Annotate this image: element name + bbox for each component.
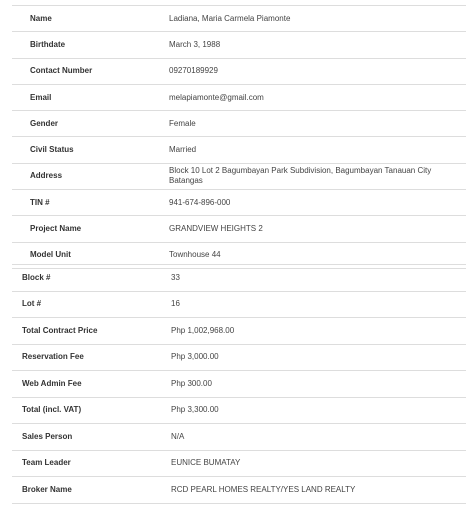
project-name-value: GRANDVIEW HEIGHTS 2 <box>158 215 466 243</box>
block-value: 33 <box>166 264 466 292</box>
table-row: Address Block 10 Lot 2 Bagumbayan Park S… <box>12 162 466 191</box>
reservation-fee-label: Reservation Fee <box>12 343 166 371</box>
table-row: Reservation Fee Php 3,000.00 <box>12 343 466 371</box>
email-value: melapiamonte@gmail.com <box>158 83 466 112</box>
name-label: Name <box>12 4 158 33</box>
civil-status-value: Married <box>158 136 466 164</box>
table-row: Name Ladiana, Maria Carmela Piamonte <box>12 4 466 33</box>
table-row: Contact Number 09270189929 <box>12 57 466 85</box>
contract-info-table: Block # 33 Lot # 16 Total Contract Price… <box>12 264 466 504</box>
table-row: Gender Female <box>12 110 466 138</box>
table-row: Team Leader EUNICE BUMATAY <box>12 449 466 477</box>
table-row: Project Name GRANDVIEW HEIGHTS 2 <box>12 215 466 243</box>
table-row: TIN # 941-674-896-000 <box>12 189 466 217</box>
email-label: Email <box>12 83 158 112</box>
table-row: Birthdate March 3, 1988 <box>12 31 466 59</box>
tin-value: 941-674-896-000 <box>158 189 466 217</box>
team-leader-label: Team Leader <box>12 449 166 477</box>
total-contract-price-value: Php 1,002,968.00 <box>166 317 466 345</box>
gender-value: Female <box>158 110 466 138</box>
sales-person-label: Sales Person <box>12 423 166 451</box>
gender-label: Gender <box>12 110 158 138</box>
table-row: Broker Name RCD PEARL HOMES REALTY/YES L… <box>12 476 466 504</box>
address-label: Address <box>12 162 158 191</box>
table-row: Block # 33 <box>12 264 466 292</box>
table-row: Email melapiamonte@gmail.com <box>12 83 466 112</box>
personal-info-table: Name Ladiana, Maria Carmela Piamonte Bir… <box>12 4 466 269</box>
birthdate-value: March 3, 1988 <box>158 31 466 59</box>
tin-label: TIN # <box>12 189 158 217</box>
reservation-fee-value: Php 3,000.00 <box>166 343 466 371</box>
total-incl-vat-label: Total (incl. VAT) <box>12 396 166 424</box>
lot-value: 16 <box>166 290 466 318</box>
table-row: Total (incl. VAT) Php 3,300.00 <box>12 396 466 424</box>
details-page: Name Ladiana, Maria Carmela Piamonte Bir… <box>0 0 468 512</box>
lot-label: Lot # <box>12 290 166 318</box>
broker-name-label: Broker Name <box>12 476 166 504</box>
team-leader-value: EUNICE BUMATAY <box>166 449 466 477</box>
name-value: Ladiana, Maria Carmela Piamonte <box>158 4 466 33</box>
contact-number-value: 09270189929 <box>158 57 466 85</box>
contact-number-label: Contact Number <box>12 57 158 85</box>
civil-status-label: Civil Status <box>12 136 158 164</box>
web-admin-fee-label: Web Admin Fee <box>12 370 166 398</box>
birthdate-label: Birthdate <box>12 31 158 59</box>
block-label: Block # <box>12 264 166 292</box>
table-row: Civil Status Married <box>12 136 466 164</box>
sales-person-value: N/A <box>166 423 466 451</box>
total-contract-price-label: Total Contract Price <box>12 317 166 345</box>
table-row: Sales Person N/A <box>12 423 466 451</box>
table-row: Lot # 16 <box>12 290 466 318</box>
address-value: Block 10 Lot 2 Bagumbayan Park Subdivisi… <box>158 162 466 191</box>
table-row: Total Contract Price Php 1,002,968.00 <box>12 317 466 345</box>
project-name-label: Project Name <box>12 215 158 243</box>
broker-name-value: RCD PEARL HOMES REALTY/YES LAND REALTY <box>166 476 466 504</box>
web-admin-fee-value: Php 300.00 <box>166 370 466 398</box>
table-row: Web Admin Fee Php 300.00 <box>12 370 466 398</box>
total-incl-vat-value: Php 3,300.00 <box>166 396 466 424</box>
